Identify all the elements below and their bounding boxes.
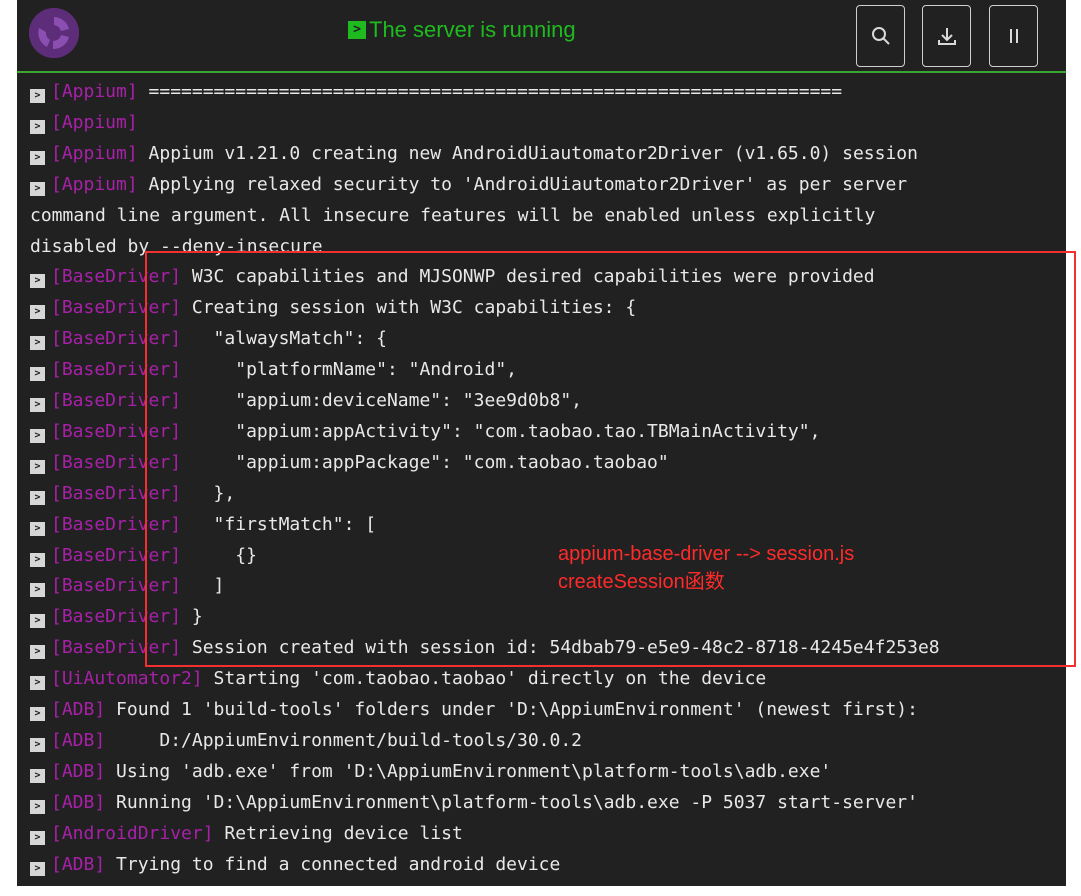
terminal-icon: > (30, 367, 45, 381)
log-line: > [ADB] Trying to find a connected androi… (30, 849, 1066, 880)
log-message: Using 'adb.exe' from 'D:\AppiumEnvironme… (105, 761, 832, 782)
log-line: > [ADB] Found 1 'build-tools' folders und… (30, 694, 1066, 725)
terminal-icon: > (30, 614, 45, 628)
search-icon (871, 27, 890, 45)
log-line: > [UiAutomator2] Starting 'com.taobao.tao… (30, 663, 1066, 694)
terminal-icon: > (30, 522, 45, 536)
log-message: command line argument. All insecure feat… (30, 205, 876, 226)
pause-button[interactable] (989, 5, 1038, 67)
log-line: > [Appium] Appium v1.21.0 creating new An… (30, 138, 1066, 169)
log-line: > [Appium] Applying relaxed security to '… (30, 169, 1066, 200)
log-line: > [Appium] ==============================… (30, 76, 1066, 107)
search-button[interactable] (856, 5, 905, 67)
log-message: Retrieving device list (213, 823, 463, 844)
log-message: Starting 'com.taobao.taobao' directly on… (202, 668, 767, 689)
log-line: > [ADB] Running 'D:\AppiumEnvironment\pla… (30, 787, 1066, 818)
terminal-icon: > (30, 645, 45, 659)
log-tag: [Appium] (51, 143, 138, 164)
terminal-icon: > (30, 398, 45, 412)
log-message: D:/AppiumEnvironment/build-tools/30.0.2 (105, 730, 583, 751)
pause-icon (1009, 29, 1018, 43)
terminal-icon: > (30, 738, 45, 752)
log-message: Found 1 'build-tools' folders under 'D:\… (105, 699, 918, 720)
log-tag: [ADB] (51, 761, 106, 782)
terminal-icon: > (30, 707, 45, 721)
header-bar: > The server is running (17, 0, 1066, 73)
terminal-icon: > (30, 800, 45, 814)
terminal-icon: > (30, 460, 45, 474)
server-status-text: The server is running (369, 17, 576, 42)
terminal-icon: > (30, 151, 45, 165)
log-tag: [Appium] (51, 112, 138, 133)
terminal-icon: > (30, 120, 45, 134)
annotation-text-line1: appium-base-driver --> session.js (558, 543, 855, 565)
terminal-icon: > (30, 182, 45, 196)
terminal-icon: > (30, 429, 45, 443)
log-tag: [Appium] (51, 174, 138, 195)
terminal-icon: > (30, 305, 45, 319)
log-tag: [Appium] (51, 81, 138, 102)
appium-logo-icon (29, 8, 79, 58)
terminal-icon: > (30, 89, 45, 103)
log-line: > [ADB] D:/AppiumEnvironment/build-tools/… (30, 725, 1066, 756)
terminal-icon: > (30, 676, 45, 690)
log-line: > [AndroidDriver] Retrieving device list (30, 818, 1066, 849)
terminal-icon: > (30, 336, 45, 350)
terminal-icon: > (30, 553, 45, 567)
download-logs-button[interactable] (922, 5, 971, 67)
terminal-icon: > (348, 21, 366, 39)
log-tag: [ADB] (51, 792, 106, 813)
annotation-text-line2: createSession函数 (558, 571, 725, 593)
server-status: > The server is running (348, 17, 576, 43)
log-tag: [UiAutomator2] (51, 668, 203, 689)
log-message: Applying relaxed security to 'AndroidUia… (137, 174, 908, 195)
download-icon (937, 28, 956, 45)
annotation-highlight-box (145, 251, 1076, 667)
log-message: Appium v1.21.0 creating new AndroidUiaut… (137, 143, 918, 164)
log-line: > [Appium] (30, 107, 1066, 138)
terminal-icon: > (30, 583, 45, 597)
log-tag: [AndroidDriver] (51, 823, 214, 844)
log-line: command line argument. All insecure feat… (30, 200, 1066, 231)
log-tag: [ADB] (51, 699, 106, 720)
terminal-icon: > (30, 831, 45, 845)
log-tag: [ADB] (51, 730, 106, 751)
log-message: ========================================… (137, 81, 843, 102)
log-tag: [ADB] (51, 854, 106, 875)
log-message: Trying to find a connected android devic… (105, 854, 561, 875)
terminal-icon: > (30, 274, 45, 288)
log-message: Running 'D:\AppiumEnvironment\platform-t… (105, 792, 918, 813)
terminal-icon: > (30, 769, 45, 783)
terminal-icon: > (30, 491, 45, 505)
log-line: > [ADB] Using 'adb.exe' from 'D:\AppiumEn… (30, 756, 1066, 787)
terminal-icon: > (30, 862, 45, 876)
